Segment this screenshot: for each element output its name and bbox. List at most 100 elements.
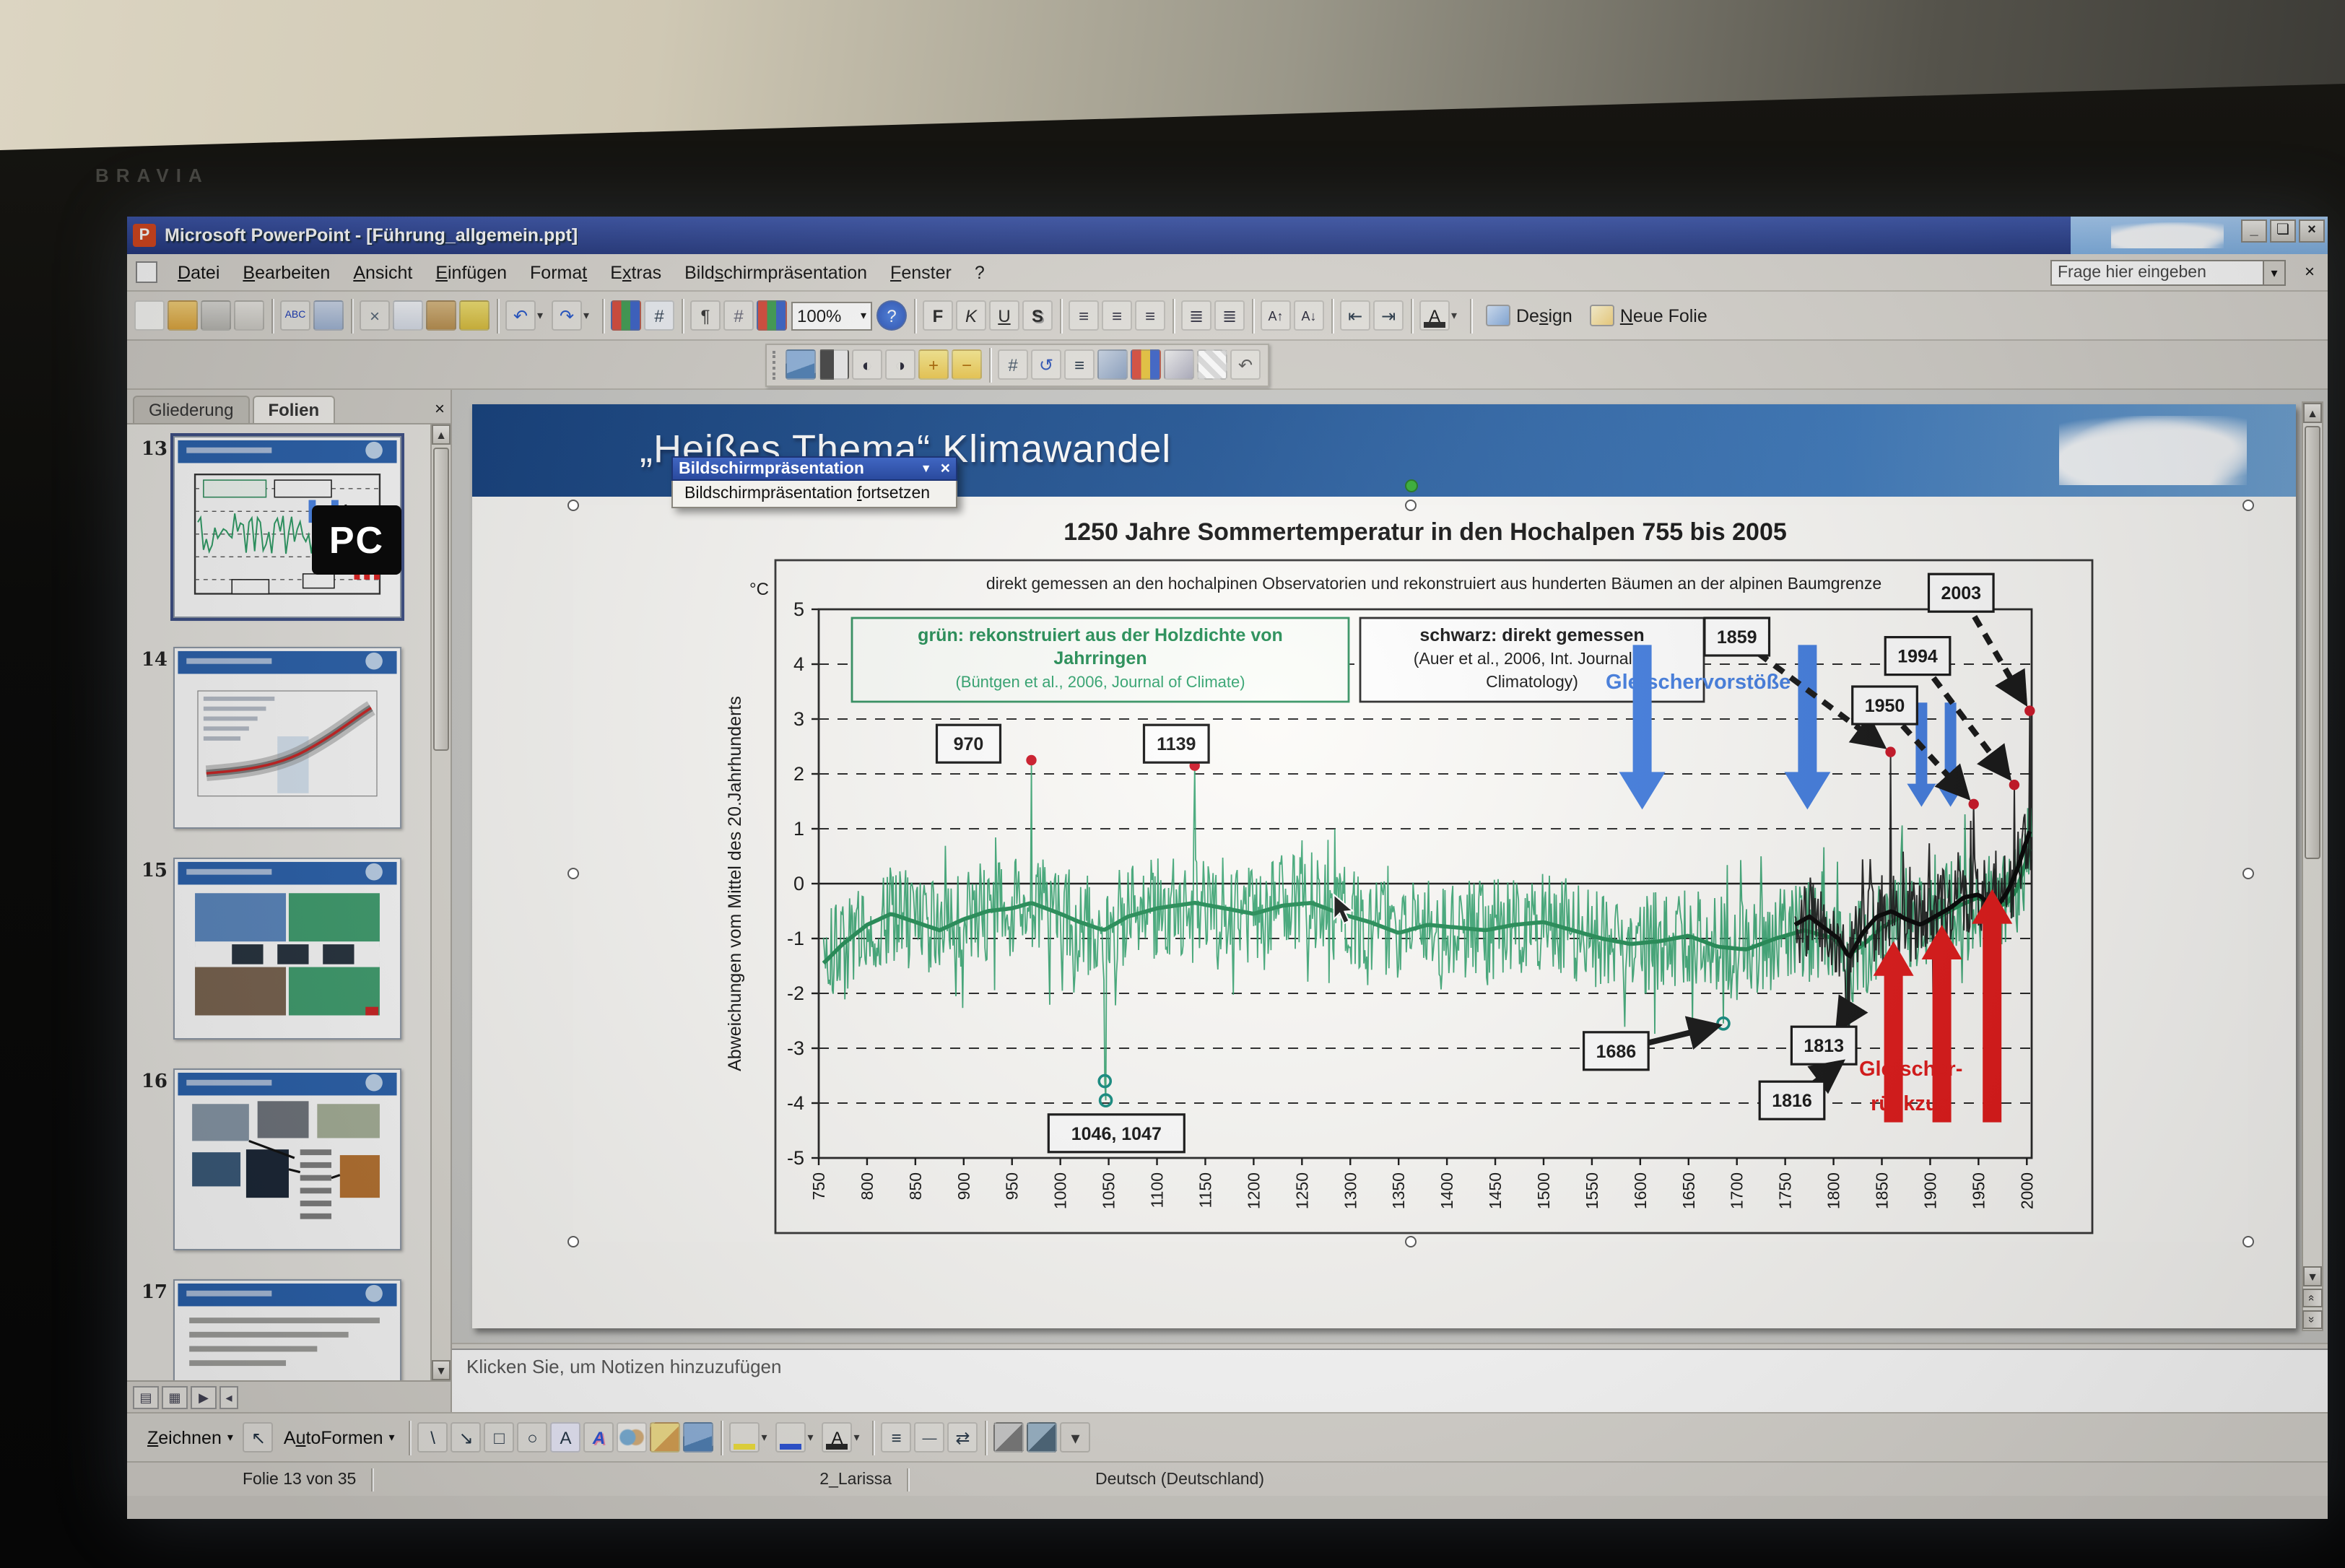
clip-art-icon[interactable] bbox=[651, 1422, 681, 1452]
menu-fenster[interactable]: Fenster bbox=[879, 258, 963, 287]
close-button[interactable]: × bbox=[2299, 219, 2325, 243]
zoom-select[interactable]: 100%▾ bbox=[791, 301, 872, 330]
spelling-icon[interactable]: ABC bbox=[280, 300, 310, 331]
print-icon[interactable] bbox=[201, 300, 231, 331]
scroll-down-icon[interactable]: ▼ bbox=[2303, 1266, 2322, 1286]
bold-icon[interactable]: F bbox=[923, 300, 953, 331]
slide-thumbnail-15[interactable] bbox=[173, 858, 401, 1040]
undo-icon[interactable]: ↶ bbox=[505, 300, 536, 331]
scroll-thumb[interactable] bbox=[433, 448, 449, 751]
next-slide-icon[interactable]: » bbox=[2302, 1310, 2323, 1329]
set-transparent-color-icon[interactable] bbox=[1197, 349, 1227, 380]
minimize-button[interactable]: _ bbox=[2241, 219, 2267, 243]
scroll-up-icon[interactable]: ▲ bbox=[2303, 403, 2322, 423]
selection-handle[interactable] bbox=[2242, 1236, 2254, 1247]
toolbar-grip[interactable] bbox=[773, 350, 778, 379]
slide-thumbnail-17[interactable] bbox=[173, 1279, 401, 1380]
scroll-down-icon[interactable]: ▼ bbox=[432, 1360, 451, 1380]
menubar-close-icon[interactable]: × bbox=[2297, 259, 2322, 285]
panel-scrollbar[interactable]: ▲ ▼ bbox=[430, 424, 451, 1380]
selection-handle[interactable] bbox=[567, 1236, 579, 1247]
notes-pane[interactable]: Klicken Sie, um Notizen hinzuzufügen bbox=[452, 1349, 2328, 1412]
color-grayscale-icon[interactable] bbox=[757, 300, 787, 331]
line-icon[interactable]: \ bbox=[418, 1422, 448, 1452]
align-left-icon[interactable]: ≡ bbox=[1069, 300, 1099, 331]
selection-handle[interactable] bbox=[1405, 1236, 1417, 1247]
tab-gliederung[interactable]: Gliederung bbox=[133, 396, 249, 423]
wordart-icon[interactable]: A bbox=[584, 1422, 614, 1452]
panel-close-icon[interactable]: × bbox=[435, 398, 445, 419]
slide-thumbnail-14[interactable] bbox=[173, 647, 401, 829]
selection-handle[interactable] bbox=[1405, 500, 1417, 511]
insert-table-icon[interactable]: # bbox=[644, 300, 674, 331]
less-contrast-icon[interactable]: ◑ bbox=[885, 349, 915, 380]
show-formatting-icon[interactable]: ¶ bbox=[690, 300, 721, 331]
previous-slide-icon[interactable]: « bbox=[2302, 1289, 2323, 1307]
design-button[interactable]: Design bbox=[1477, 298, 1581, 333]
arrow-icon[interactable]: ↘ bbox=[451, 1422, 482, 1452]
autoshapes-menu-button[interactable]: AutoFormen▾ bbox=[275, 1420, 404, 1455]
shadow-icon[interactable]: S bbox=[1022, 300, 1053, 331]
crop-icon[interactable]: # bbox=[998, 349, 1028, 380]
increase-indent-icon[interactable]: ⇥ bbox=[1373, 300, 1404, 331]
increase-font-icon[interactable]: A↑ bbox=[1261, 300, 1291, 331]
vertical-scrollbar[interactable]: ▲ ▼ « » bbox=[2302, 401, 2323, 1331]
open-folder-icon[interactable] bbox=[168, 300, 198, 331]
toggle-grid-icon[interactable]: # bbox=[723, 300, 754, 331]
text-box-icon[interactable]: A bbox=[551, 1422, 581, 1452]
italic-icon[interactable]: K bbox=[956, 300, 986, 331]
insert-picture-icon[interactable] bbox=[786, 349, 816, 380]
slide-canvas[interactable]: „Heißes Thema“ Klimawandel 1250 Jahre So… bbox=[472, 404, 2296, 1328]
resume-slideshow-menu-item[interactable]: Bildschirmpräsentation fortsetzen bbox=[671, 481, 957, 508]
new-slide-button[interactable]: Neue Folie bbox=[1581, 298, 1716, 333]
decrease-indent-icon[interactable]: ⇤ bbox=[1340, 300, 1370, 331]
font-color-icon[interactable]: A bbox=[1419, 300, 1450, 331]
arrow-style-icon[interactable]: ⇄ bbox=[948, 1422, 978, 1452]
zoom-dropdown-icon[interactable]: ▾ bbox=[861, 309, 866, 322]
cut-icon[interactable]: × bbox=[360, 300, 390, 331]
less-brightness-icon[interactable]: − bbox=[952, 349, 982, 380]
draw-menu-button[interactable]: Zeichnen▾ bbox=[139, 1420, 242, 1455]
diagram-icon[interactable] bbox=[617, 1422, 648, 1452]
ask-dropdown-icon[interactable]: ▾ bbox=[2264, 259, 2286, 285]
scroll-up-icon[interactable]: ▲ bbox=[432, 424, 451, 445]
menu-bearbeiten[interactable]: Bearbeiten bbox=[231, 258, 341, 287]
normal-view-button[interactable]: ▤ bbox=[133, 1385, 159, 1408]
more-brightness-icon[interactable]: + bbox=[918, 349, 949, 380]
menu-format[interactable]: Format bbox=[518, 258, 599, 287]
floating-toolbar-close-icon[interactable]: × bbox=[941, 460, 950, 477]
copy-icon[interactable] bbox=[393, 300, 423, 331]
recolor-picture-icon[interactable] bbox=[1131, 349, 1161, 380]
ask-a-question-input[interactable]: Frage hier eingeben bbox=[2050, 259, 2264, 285]
undo-dropdown-icon[interactable]: ▾ bbox=[537, 300, 550, 331]
menu-bildschirmprsentation[interactable]: Bildschirmpräsentation bbox=[673, 258, 879, 287]
format-painter-icon[interactable] bbox=[459, 300, 490, 331]
research-icon[interactable] bbox=[313, 300, 344, 331]
picture-icon[interactable] bbox=[684, 1422, 714, 1452]
image-color-icon[interactable] bbox=[819, 349, 849, 380]
decrease-font-icon[interactable]: A↓ bbox=[1294, 300, 1324, 331]
dash-style-icon[interactable]: –– bbox=[915, 1422, 945, 1452]
menu-?[interactable]: ? bbox=[963, 258, 996, 287]
selection-handle[interactable] bbox=[2242, 500, 2254, 511]
slideshow-view-button[interactable]: ▶ bbox=[191, 1385, 217, 1408]
selection-handle[interactable] bbox=[567, 500, 579, 511]
oval-icon[interactable]: ○ bbox=[518, 1422, 548, 1452]
notes-splitter[interactable] bbox=[452, 1343, 2328, 1349]
insert-chart-icon[interactable] bbox=[611, 300, 641, 331]
new-document-icon[interactable] bbox=[134, 300, 165, 331]
font-color-dropdown-icon[interactable]: ▾ bbox=[854, 1422, 867, 1452]
rotate-left-icon[interactable]: ↺ bbox=[1031, 349, 1061, 380]
menu-extras[interactable]: Extras bbox=[599, 258, 673, 287]
tab-folien[interactable]: Folien bbox=[252, 396, 335, 423]
redo-dropdown-icon[interactable]: ▾ bbox=[583, 300, 596, 331]
rotation-handle[interactable] bbox=[1404, 479, 1417, 492]
selection-handle[interactable] bbox=[2242, 868, 2254, 879]
font-color-icon[interactable]: A bbox=[822, 1422, 853, 1452]
paste-icon[interactable] bbox=[426, 300, 456, 331]
underline-icon[interactable]: U bbox=[989, 300, 1019, 331]
shadow-style-icon[interactable] bbox=[994, 1422, 1024, 1452]
help-icon[interactable]: ? bbox=[876, 300, 907, 331]
redo-icon[interactable]: ↷ bbox=[552, 300, 582, 331]
format-picture-icon[interactable] bbox=[1164, 349, 1194, 380]
